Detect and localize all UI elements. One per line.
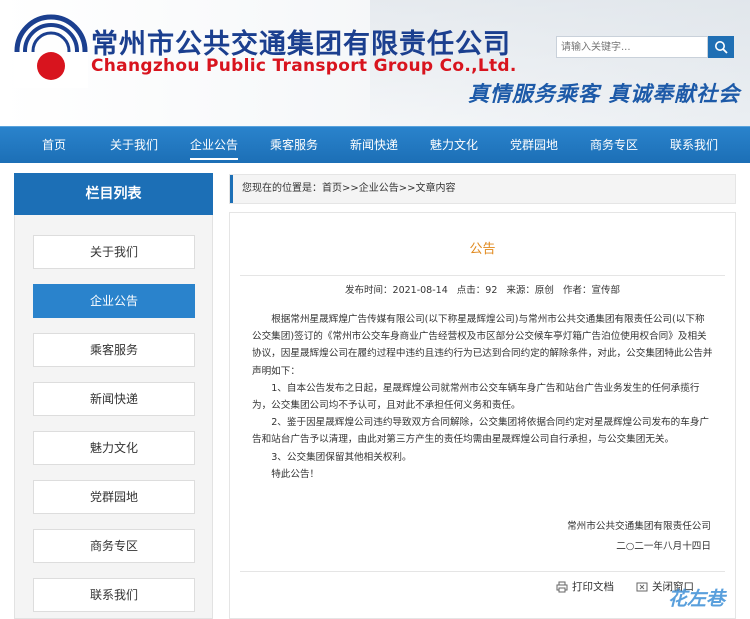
- nav-item-passenger[interactable]: 乘客服务: [254, 127, 334, 164]
- sidebar-item-passenger[interactable]: 乘客服务: [33, 333, 195, 367]
- sidebar-item-notices[interactable]: 企业公告: [33, 284, 195, 318]
- search-button[interactable]: [708, 36, 734, 58]
- signature-org: 常州市公共交通集团有限责任公司: [567, 521, 711, 532]
- title-divider: [240, 275, 725, 276]
- slogan: 真情服务乘客 真诚奉献社会: [468, 81, 741, 106]
- author: 作者：宣传部: [562, 285, 620, 296]
- sidebar-item-contact[interactable]: 联系我们: [33, 578, 195, 612]
- nav-item-contact[interactable]: 联系我们: [654, 127, 734, 164]
- signature-date: 二○二一年八月十四日: [616, 541, 711, 552]
- publish-date: 发布时间：2021-08-14: [345, 285, 448, 296]
- article-title: 公告: [469, 242, 496, 257]
- paragraph: 1、自本公告发布之日起，星晟辉煌公司就常州市公交车辆车身广告和站台广告业务发生的…: [252, 382, 700, 412]
- breadcrumb: 您现在的位置是：首页>>企业公告>>文章内容: [229, 174, 736, 204]
- printer-icon: [556, 581, 568, 592]
- nav-item-notices[interactable]: 企业公告: [174, 127, 254, 164]
- sidebar: 栏目列表 关于我们 企业公告 乘客服务 新闻快递 魅力文化 党群园地 商务专区 …: [14, 173, 213, 619]
- search-icon: [715, 41, 728, 54]
- signature: 常州市公共交通集团有限责任公司 二○二一年八月十四日: [567, 517, 711, 557]
- nav-item-news[interactable]: 新闻快递: [334, 127, 414, 164]
- nav-item-business[interactable]: 商务专区: [574, 127, 654, 164]
- circle-logo-icon[interactable]: [14, 14, 88, 88]
- nav-item-party[interactable]: 党群园地: [494, 127, 574, 164]
- article-container: 公告 发布时间：2021-08-14 点击：92 来源：原创 作者：宣传部 根据…: [229, 212, 736, 619]
- sidebar-heading: 栏目列表: [14, 173, 213, 215]
- sidebar-item-party[interactable]: 党群园地: [33, 480, 195, 514]
- site-title-en: Changzhou Public Transport Group Co.,Ltd…: [91, 56, 517, 76]
- sidebar-item-about[interactable]: 关于我们: [33, 235, 195, 269]
- paragraph: 根据常州星晟辉煌广告传媒有限公司(以下称星晟辉煌公司)与常州市公共交通集团有限责…: [252, 314, 713, 377]
- source: 来源：原创: [506, 285, 554, 296]
- print-label: 打印文档: [572, 581, 614, 593]
- sidebar-item-news[interactable]: 新闻快递: [33, 382, 195, 416]
- search-input[interactable]: [556, 36, 708, 58]
- article-meta: 发布时间：2021-08-14 点击：92 来源：原创 作者：宣传部: [230, 282, 735, 296]
- sidebar-item-culture[interactable]: 魅力文化: [33, 431, 195, 465]
- print-button[interactable]: 打印文档: [556, 579, 614, 594]
- nav-item-home[interactable]: 首页: [14, 127, 94, 164]
- click-count: 点击：92: [456, 285, 498, 296]
- watermark: 花左巷: [668, 588, 726, 610]
- close-window-icon: [636, 582, 648, 591]
- nav-item-culture[interactable]: 魅力文化: [414, 127, 494, 164]
- footer-divider: [240, 571, 725, 572]
- paragraph: 2、鉴于因星晟辉煌公司违约导致双方合同解除，公交集团将依据合同约定对星晟辉煌公司…: [252, 417, 710, 446]
- paragraph: 3、公交集团保留其他相关权利。: [271, 451, 412, 463]
- nav-item-about[interactable]: 关于我们: [94, 127, 174, 164]
- article-body: 根据常州星晟辉煌广告传媒有限公司(以下称星晟辉煌公司)与常州市公共交通集团有限责…: [252, 311, 714, 483]
- paragraph: 特此公告！: [271, 468, 320, 480]
- sidebar-item-business[interactable]: 商务专区: [33, 529, 195, 563]
- main-nav: 首页 关于我们 企业公告 乘客服务 新闻快递 魅力文化 党群园地 商务专区 联系…: [0, 126, 750, 163]
- site-header: 常州市公共交通集团有限责任公司 Changzhou Public Transpo…: [0, 0, 750, 126]
